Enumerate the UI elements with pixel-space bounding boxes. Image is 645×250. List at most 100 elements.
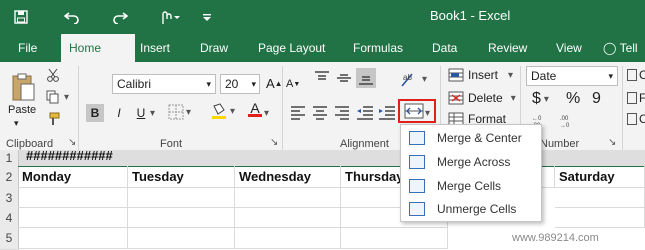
- number-group-label: Number: [540, 138, 580, 150]
- cell-d5[interactable]: [341, 228, 448, 249]
- font-color-glyph: A: [250, 100, 260, 116]
- undo-icon[interactable]: [60, 0, 84, 34]
- tab-formulas[interactable]: Formulas: [353, 34, 403, 62]
- tab-data[interactable]: Data: [432, 34, 457, 62]
- tab-view[interactable]: View: [556, 34, 582, 62]
- menu-item-merge-cells[interactable]: Merge Cells: [401, 174, 541, 197]
- cell-f4[interactable]: [555, 208, 645, 228]
- bottom-align-icon[interactable]: [356, 68, 376, 88]
- tab-page-layout[interactable]: Page Layout: [258, 34, 325, 62]
- font-color-dropdown-icon[interactable]: ▾: [264, 108, 269, 119]
- format-painter-icon[interactable]: [46, 112, 60, 126]
- copy-dropdown-icon[interactable]: ▾: [64, 92, 69, 103]
- touch-mode-icon[interactable]: [154, 0, 184, 34]
- comma-style-button[interactable]: 9: [592, 90, 601, 108]
- cell-c3[interactable]: [235, 188, 341, 208]
- alignment-group-label: Alignment: [340, 138, 389, 150]
- format-as-table-button[interactable]: Fo: [627, 91, 645, 105]
- cell-a4[interactable]: [18, 208, 128, 228]
- top-align-icon[interactable]: [314, 70, 330, 86]
- cell-a5[interactable]: [18, 228, 128, 249]
- insert-cells-button[interactable]: Insert ▾: [448, 68, 513, 82]
- underline-dropdown-icon[interactable]: ▾: [150, 108, 155, 119]
- font-size-select[interactable]: 20 ▾: [220, 74, 260, 94]
- delete-cells-button[interactable]: Delete ▾: [448, 91, 516, 105]
- middle-align-icon[interactable]: [336, 70, 352, 86]
- merge-across-icon: [409, 154, 425, 169]
- cell-f2[interactable]: Saturday: [555, 166, 645, 188]
- menu-item-label: Merge Across: [437, 154, 511, 169]
- borders-dropdown-icon: ▾: [186, 106, 192, 118]
- percent-style-button[interactable]: %: [566, 90, 580, 108]
- align-center-icon[interactable]: [312, 104, 328, 120]
- paste-dropdown-icon[interactable]: ▾: [14, 118, 19, 129]
- cell-b5[interactable]: [128, 228, 235, 249]
- font-color-button[interactable]: A: [248, 100, 262, 117]
- save-icon[interactable]: [10, 0, 32, 34]
- cell-b2[interactable]: Tuesday: [128, 166, 235, 188]
- decrease-font-size-icon[interactable]: A ▼: [286, 78, 300, 90]
- bold-button[interactable]: B: [86, 104, 104, 122]
- accounting-dropdown-icon: ▾: [543, 93, 549, 105]
- cell-c4[interactable]: [235, 208, 341, 228]
- underline-button[interactable]: U: [134, 104, 148, 122]
- cell-styles-button[interactable]: Ce: [627, 112, 645, 126]
- increase-font-size-icon[interactable]: A ▲: [266, 76, 283, 91]
- menu-item-merge-center[interactable]: Merge & Center: [401, 126, 541, 149]
- tab-tell-me[interactable]: ◯ Tell: [603, 34, 638, 62]
- customize-qat-icon[interactable]: [198, 0, 216, 34]
- redo-icon[interactable]: [108, 0, 132, 34]
- tab-home[interactable]: Home: [61, 34, 135, 62]
- tab-insert[interactable]: Insert: [140, 34, 170, 62]
- fill-color-icon[interactable]: ▾: [210, 102, 235, 120]
- orientation-icon[interactable]: ab ▾: [400, 70, 427, 88]
- menu-item-label: Unmerge Cells: [437, 201, 517, 216]
- cell-b3[interactable]: [128, 188, 235, 208]
- cell-styles-icon: [627, 113, 637, 125]
- merge-dropdown-menu: Merge & Center Merge Across Merge Cells …: [400, 124, 542, 222]
- tab-draw[interactable]: Draw: [200, 34, 228, 62]
- tab-file[interactable]: File: [18, 34, 37, 62]
- cell-c5[interactable]: [235, 228, 341, 249]
- row-header-3[interactable]: 3: [0, 188, 19, 209]
- italic-button[interactable]: I: [112, 104, 126, 122]
- cell-c2[interactable]: Wednesday: [235, 166, 341, 188]
- cut-icon[interactable]: [46, 68, 60, 82]
- increase-indent-icon[interactable]: [378, 104, 396, 120]
- decrease-decimal-icon[interactable]: .00 →0: [560, 114, 582, 128]
- copy-icon[interactable]: ▾: [46, 90, 69, 104]
- row-header-4[interactable]: 4: [0, 208, 19, 229]
- conditional-formatting-button[interactable]: Co: [627, 68, 645, 82]
- number-format-dropdown-icon: ▾: [608, 71, 613, 81]
- paste-button[interactable]: Paste: [8, 104, 36, 116]
- row-header-5[interactable]: 5: [0, 228, 19, 250]
- row-header-2[interactable]: 2: [0, 166, 19, 189]
- insert-cells-label: Insert: [468, 68, 499, 82]
- font-name-select[interactable]: Calibri ▾: [112, 74, 216, 94]
- number-launcher-icon[interactable]: ↘: [608, 137, 616, 148]
- cell-f3[interactable]: [555, 188, 645, 208]
- cell-a3[interactable]: [18, 188, 128, 208]
- clipboard-paste-icon[interactable]: [8, 70, 38, 104]
- number-format-select[interactable]: Date ▾: [526, 66, 618, 86]
- accounting-format-button[interactable]: $ ▾: [532, 90, 549, 108]
- cell-b4[interactable]: [128, 208, 235, 228]
- orientation-dropdown-icon: ▾: [422, 73, 428, 85]
- clipboard-launcher-icon[interactable]: ↘: [68, 137, 76, 148]
- align-left-icon[interactable]: [290, 104, 306, 120]
- cell-a2[interactable]: Monday: [18, 166, 128, 188]
- lightbulb-icon: ◯: [603, 41, 617, 55]
- font-launcher-icon[interactable]: ↘: [270, 137, 278, 148]
- tab-review[interactable]: Review: [488, 34, 527, 62]
- format-as-table-label: Fo: [639, 91, 645, 105]
- merge-center-highlight: [398, 99, 436, 123]
- row-header-1[interactable]: 1: [0, 150, 19, 167]
- menu-item-unmerge-cells[interactable]: Unmerge Cells: [401, 197, 541, 220]
- currency-glyph: $: [532, 90, 541, 107]
- borders-icon[interactable]: ▾: [168, 104, 191, 120]
- menu-item-merge-across[interactable]: Merge Across: [401, 150, 541, 173]
- align-right-icon[interactable]: [334, 104, 350, 120]
- font-name-dropdown-icon: ▾: [206, 79, 211, 89]
- cell-a1[interactable]: ############: [26, 149, 113, 162]
- decrease-indent-icon[interactable]: [356, 104, 374, 120]
